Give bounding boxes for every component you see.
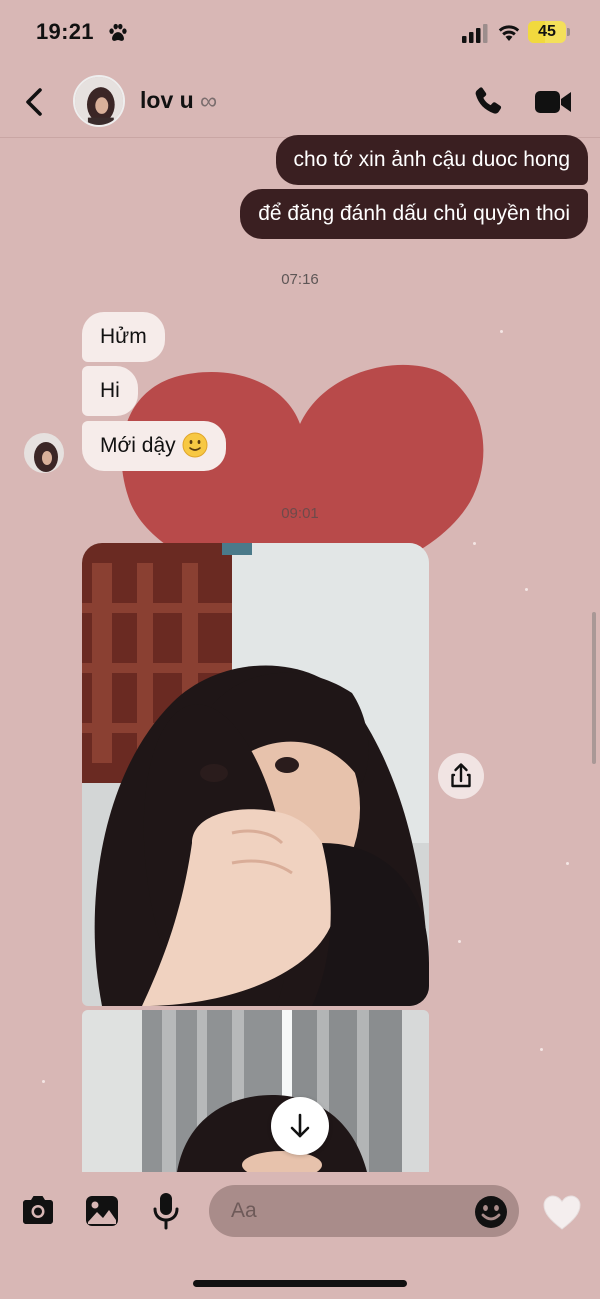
battery-percent: 45 [538,23,556,40]
home-indicator [193,1280,407,1287]
incoming-message[interactable]: Mới dậy [82,421,226,471]
outgoing-message[interactable]: cho tớ xin ảnh cậu duoc hong [275,135,588,185]
message-timestamp: 09:01 [281,505,319,522]
photo-image [82,1010,429,1172]
phone-call-button[interactable] [470,84,506,120]
sparkle-dot [458,940,461,943]
share-icon [451,763,471,788]
slightly-smiling-face-icon [182,432,208,458]
microphone-button[interactable] [150,1192,182,1230]
sender-avatar[interactable] [24,433,64,473]
sparkle-dot [540,1048,543,1051]
paw-icon [109,23,127,41]
avatar-photo [24,433,64,473]
battery-cap [567,28,570,36]
emoji-button[interactable] [474,1195,508,1229]
outgoing-message[interactable]: để đăng đánh dấu chủ quyền thoi [240,189,588,239]
gallery-button[interactable] [84,1194,120,1228]
incoming-message-text: Mới dậy [100,434,176,457]
photo-message[interactable] [82,543,429,1006]
arrow-down-icon [290,1113,310,1138]
video-call-button[interactable] [534,86,572,118]
battery-indicator: 45 [528,21,570,43]
sparkle-dot [566,862,569,865]
status-bar: 19:21 45 [0,0,600,66]
sparkle-dot [500,330,503,333]
photo-image [82,543,429,1006]
sparkle-dot [42,1080,45,1083]
camera-button[interactable] [20,1194,56,1226]
contact-avatar[interactable] [73,75,125,127]
avatar-photo [75,77,123,125]
scroll-to-bottom-button[interactable] [271,1097,329,1155]
contact-name[interactable]: lov u [140,87,194,114]
message-composer [0,1172,600,1299]
heart-like-button[interactable] [542,1194,582,1232]
sparkle-dot [525,588,528,591]
scrollbar[interactable] [592,612,596,764]
message-input[interactable] [209,1185,519,1237]
infinity-icon: ∞ [200,88,218,115]
share-button[interactable] [438,753,484,799]
message-timestamp: 07:16 [281,271,319,288]
chat-header: lov u ∞ [0,66,600,138]
incoming-message[interactable]: Hi [82,366,138,416]
status-time: 19:21 [36,19,94,44]
battery-body: 45 [528,21,566,43]
cellular-signal-icon [462,24,488,43]
wifi-icon [498,25,520,41]
photo-message[interactable] [82,1010,429,1172]
incoming-message[interactable]: Hửm [82,312,165,362]
back-button[interactable] [20,84,50,120]
